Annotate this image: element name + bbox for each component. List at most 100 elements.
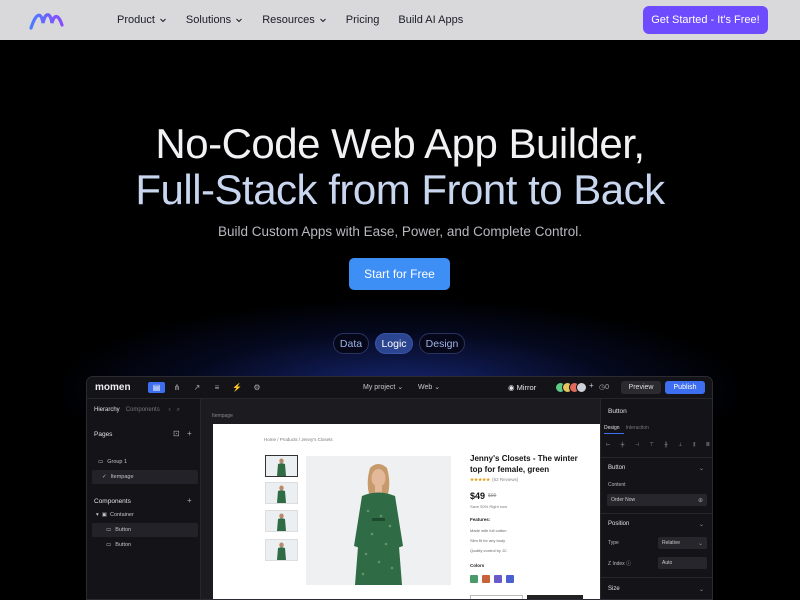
chevron-down-icon[interactable]: ⌄: [699, 586, 704, 593]
menu-item-build-ai-apps[interactable]: Build AI Apps: [398, 14, 463, 26]
page-group-item[interactable]: ▭ Group 1: [92, 455, 198, 469]
menu-item-product[interactable]: Product: [117, 14, 167, 26]
product-thumbnail[interactable]: [265, 510, 298, 532]
device-selector[interactable]: Web ⌄: [418, 383, 440, 391]
content-input[interactable]: Order Now ⊕: [607, 494, 707, 506]
main-menu: Product Solutions Resources Pricing Buil…: [117, 0, 482, 40]
color-swatch[interactable]: [470, 575, 478, 583]
preview-button[interactable]: Preview: [621, 381, 661, 394]
inspector-title: Button: [608, 408, 627, 415]
get-started-button[interactable]: Get Started - It's Free!: [643, 6, 768, 34]
section-size-title: Size: [608, 586, 620, 592]
mirror-button[interactable]: ◉ Mirror: [508, 383, 536, 392]
feature-item: Quality control by JC: [470, 548, 507, 553]
zindex-input[interactable]: Auto: [658, 557, 707, 569]
add-page-icon[interactable]: +: [187, 429, 192, 438]
align-bottom-icon[interactable]: ⊥: [678, 442, 682, 452]
chevron-down-icon: [236, 18, 243, 23]
divider: [601, 457, 712, 458]
start-for-free-button[interactable]: Start for Free: [349, 258, 450, 290]
add-component-icon[interactable]: +: [187, 496, 192, 505]
product-price: $49: [470, 491, 486, 501]
tab-design[interactable]: Design: [419, 333, 465, 354]
thumbnail-image: [277, 485, 286, 503]
add-folder-icon[interactable]: ⊡: [173, 429, 180, 438]
chevron-down-icon: [319, 18, 326, 23]
product-thumbnail[interactable]: [265, 455, 298, 477]
left-panel: Hierarchy Components ♁ ⌕ Pages ⊡ + ▭ Group…: [87, 399, 201, 599]
align-top-icon[interactable]: ⊤: [650, 442, 654, 452]
info-icon[interactable]: ⓘ: [626, 561, 631, 567]
tab-components[interactable]: Components: [126, 407, 160, 413]
align-left-icon[interactable]: ⊢: [606, 442, 610, 452]
pages-title: Pages: [94, 431, 113, 438]
inspector-tabs: Design Interaction: [604, 425, 649, 431]
gear-icon[interactable]: ⚙: [251, 382, 263, 393]
project-selector[interactable]: My project ⌄: [363, 383, 403, 391]
tab-logic[interactable]: Logic: [375, 333, 413, 354]
component-container[interactable]: ▾ ▣ Container: [92, 508, 198, 522]
product-main-image[interactable]: [306, 456, 451, 585]
bind-data-icon[interactable]: ⊕: [698, 497, 703, 504]
publish-button[interactable]: Publish: [665, 381, 705, 394]
align-center-v-icon[interactable]: ╫: [664, 442, 668, 452]
divider: [601, 577, 712, 578]
add-collaborator-icon[interactable]: +: [589, 381, 594, 390]
color-swatch[interactable]: [494, 575, 502, 583]
chevron-down-icon[interactable]: ⌄: [699, 465, 704, 472]
menu-item-pricing[interactable]: Pricing: [346, 14, 380, 26]
feature-item: Slim fit for any body: [470, 538, 506, 543]
thumbnail-image: [277, 513, 286, 531]
product-page-preview[interactable]: Home / Products / Jenny's Closets Jenny'…: [213, 424, 600, 599]
color-swatch[interactable]: [482, 575, 490, 583]
container-icon: ▣: [101, 512, 107, 518]
alignment-toolbar: ⊢ ╪ ⊣ ⊤ ╫ ⊥ ⫼ ≣: [606, 442, 710, 452]
tab-design[interactable]: Design: [604, 425, 620, 431]
distribute-v-icon[interactable]: ≣: [706, 442, 710, 452]
hero-headline-line1: No-Code Web App Builder,: [155, 120, 645, 167]
distribute-h-icon[interactable]: ⫼: [693, 442, 695, 452]
breadcrumb: Home / Products / Jenny's Closets: [264, 437, 333, 442]
tab-data[interactable]: Data: [333, 333, 369, 354]
divider: [601, 513, 712, 514]
order-button-preview[interactable]: [527, 595, 583, 599]
share-nodes-icon[interactable]: ⋔: [171, 382, 183, 393]
model-photo: [354, 464, 403, 585]
database-icon[interactable]: ≡: [211, 382, 223, 393]
align-right-icon[interactable]: ⊣: [635, 442, 639, 452]
right-panel: Button Design Interaction ⊢ ╪ ⊣ ⊤ ╫ ⊥ ⫼ ≣…: [600, 399, 712, 599]
button-component-icon: ▭: [106, 527, 112, 533]
chevron-down-icon[interactable]: ⌄: [699, 521, 704, 528]
lightbulb-icon[interactable]: ♁: [167, 407, 172, 413]
momen-logo-icon[interactable]: [28, 9, 68, 31]
check-icon: ✓: [102, 474, 107, 480]
ai-icon[interactable]: ⚡: [231, 382, 243, 393]
editor-toolbar: momen ▤ ⋔ ↗ ≡ ⚡ ⚙ My project ⌄ Web ⌄ ◉ M…: [87, 377, 712, 399]
collaborator-avatars[interactable]: +: [555, 381, 595, 394]
tab-hierarchy[interactable]: Hierarchy: [94, 407, 120, 413]
zindex-label: Z Index ⓘ: [608, 561, 632, 567]
product-thumbnail[interactable]: [265, 482, 298, 504]
align-center-h-icon[interactable]: ╪: [621, 442, 625, 452]
original-price: $99: [488, 493, 497, 499]
color-swatch[interactable]: [506, 575, 514, 583]
features-title: Features:: [470, 517, 491, 522]
hero-headline-line2: Full-Stack from Front to Back: [135, 166, 665, 213]
page-item-itempage[interactable]: ✓ Itempage: [92, 470, 198, 484]
tab-interaction[interactable]: Interaction: [626, 425, 649, 431]
design-canvas[interactable]: Itempage Home / Products / Jenny's Close…: [201, 399, 600, 599]
menu-item-solutions[interactable]: Solutions: [186, 14, 243, 26]
notification-count[interactable]: ◷0: [599, 383, 609, 391]
layout-icon[interactable]: ▤: [148, 382, 165, 393]
position-type-select[interactable]: Relative ⌄: [658, 537, 707, 549]
component-button[interactable]: ▭ Button: [92, 538, 198, 552]
search-icon[interactable]: ⌕: [177, 407, 180, 413]
content-label: Content: [608, 482, 626, 488]
option-box[interactable]: [470, 595, 523, 599]
component-button[interactable]: ▭ Button: [92, 523, 198, 537]
product-thumbnail[interactable]: [265, 539, 298, 561]
brush-icon[interactable]: ↗: [191, 382, 203, 393]
thumbnail-image: [277, 542, 286, 560]
button-component-icon: ▭: [106, 542, 112, 548]
menu-item-resources[interactable]: Resources: [262, 14, 327, 26]
